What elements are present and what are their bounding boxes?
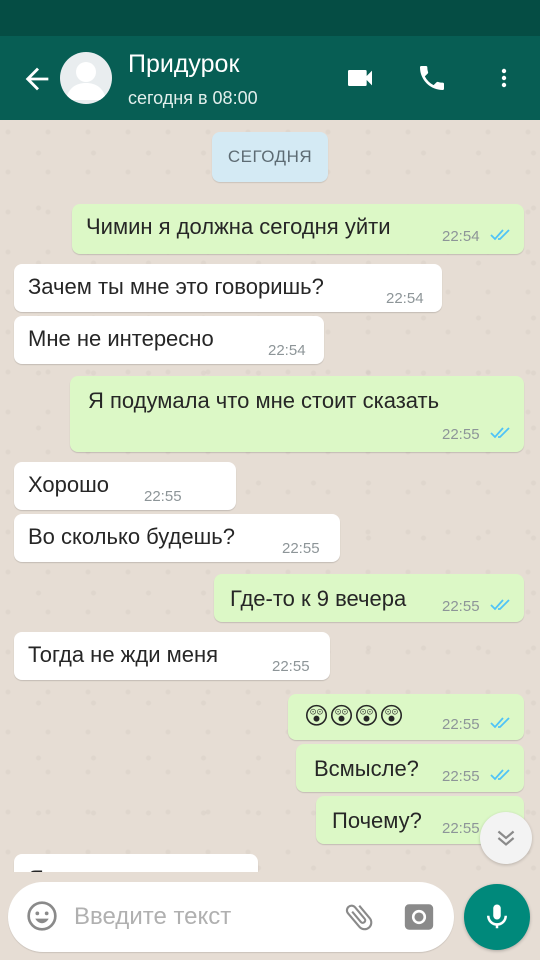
message-time: 22:55 xyxy=(442,768,480,785)
message-time: 22:54 xyxy=(442,228,480,245)
message-text: Где-то к 9 вечера xyxy=(230,586,407,611)
message-time: 22:55 xyxy=(442,716,480,733)
message-incoming[interactable]: Тогда не жди меня 22:55 xyxy=(14,632,330,680)
message-time: 22:54 xyxy=(386,290,424,307)
read-ticks-icon xyxy=(490,599,510,611)
message-time: 22:55 xyxy=(282,540,320,557)
message-time: 22:55 xyxy=(272,658,310,675)
message-outgoing[interactable]: Я подумала что мне стоит сказать 22:55 xyxy=(70,376,524,452)
message-incoming[interactable]: Я xyxy=(14,854,258,872)
message-text: Тогда не жди меня xyxy=(28,642,219,667)
message-time: 22:55 xyxy=(144,488,182,505)
message-outgoing[interactable]: Всмысле? 22:55 xyxy=(296,744,524,792)
back-arrow-icon[interactable] xyxy=(20,62,54,96)
message-text: Хорошо xyxy=(28,472,110,497)
chat-header: Придурок сегодня в 08:00 xyxy=(0,36,540,120)
message-list[interactable]: СЕГОДНЯ Чимин я должна сегодня уйти 22:5… xyxy=(0,120,540,872)
message-text: Я подумала что мне стоит сказать xyxy=(88,388,440,413)
message-text: Чимин я должна сегодня уйти xyxy=(86,214,391,239)
message-time: 22:55 xyxy=(442,426,480,443)
message-text: Почему? xyxy=(332,808,422,833)
last-seen-status: сегодня в 08:00 xyxy=(128,88,258,108)
microphone-button[interactable] xyxy=(464,884,530,950)
read-ticks-icon xyxy=(490,229,510,241)
message-time: 22:54 xyxy=(268,342,306,359)
read-ticks-icon xyxy=(490,769,510,781)
message-outgoing[interactable]: Чимин я должна сегодня уйти 22:54 xyxy=(72,204,524,254)
message-incoming[interactable]: Хорошо 22:55 xyxy=(14,462,236,510)
scroll-to-bottom-button[interactable] xyxy=(480,812,532,864)
date-separator: СЕГОДНЯ xyxy=(212,132,328,182)
message-text: Мне не интересно xyxy=(28,326,214,351)
read-ticks-icon xyxy=(490,717,510,729)
contact-name[interactable]: Придурок xyxy=(128,50,239,79)
video-camera-icon[interactable] xyxy=(344,62,376,94)
message-input[interactable] xyxy=(74,898,324,936)
paperclip-icon[interactable] xyxy=(342,900,376,934)
message-incoming[interactable]: Во сколько будешь? 22:55 xyxy=(14,514,340,562)
message-outgoing[interactable]: 😲😲😲😲 22:55 xyxy=(288,694,524,740)
default-avatar-icon xyxy=(66,62,106,100)
smiley-icon[interactable] xyxy=(26,900,58,932)
message-input-box xyxy=(8,882,454,952)
message-outgoing[interactable]: Где-то к 9 вечера 22:55 xyxy=(214,574,524,622)
message-time: 22:55 xyxy=(442,820,480,837)
more-vert-icon[interactable] xyxy=(492,62,516,94)
message-text: Всмысле? xyxy=(314,756,419,781)
microphone-icon xyxy=(487,904,507,929)
message-text: Зачем ты мне это говоришь? xyxy=(28,274,324,299)
double-chevron-down-icon xyxy=(497,830,515,846)
read-ticks-icon xyxy=(490,427,510,439)
message-incoming[interactable]: Мне не интересно 22:54 xyxy=(14,316,324,364)
composer xyxy=(0,872,540,960)
avatar[interactable] xyxy=(60,52,112,104)
message-text: Во сколько будешь? xyxy=(28,524,235,549)
message-time: 22:55 xyxy=(442,598,480,615)
phone-icon[interactable] xyxy=(416,62,448,94)
message-text: 😲😲😲😲 xyxy=(304,703,405,730)
camera-icon[interactable] xyxy=(402,900,436,934)
message-incoming[interactable]: Зачем ты мне это говоришь? 22:54 xyxy=(14,264,442,312)
status-bar xyxy=(0,0,540,36)
